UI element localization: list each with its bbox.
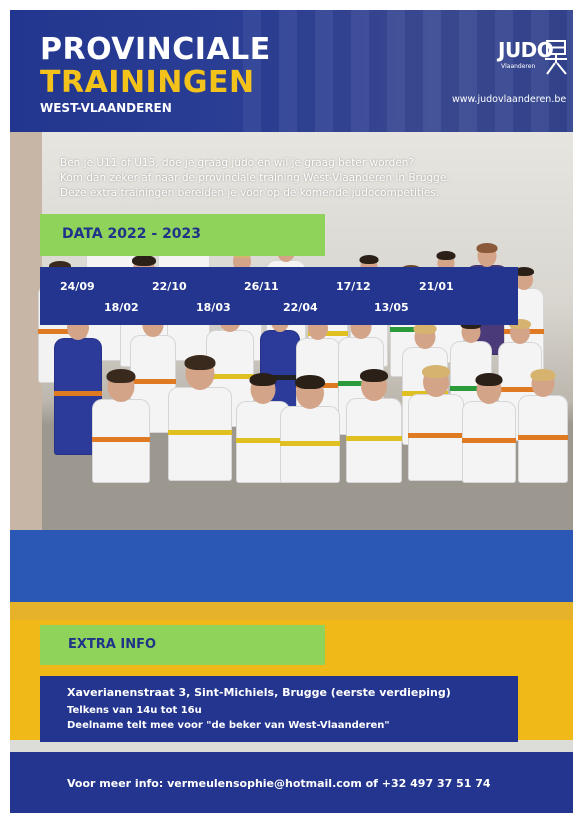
poster: PROVINCIALE TRAININGEN WEST-VLAANDEREN J… [10,10,573,813]
intro-text: Ben je U11 of U13, doe je graag judo en … [60,156,540,201]
judoka-hair [530,369,556,381]
time-line: Telkens van 14u tot 16u [67,705,202,716]
judoka-figure [408,365,464,481]
group-photo [10,132,573,620]
judoka-hair [475,373,503,386]
extra-info-label-box: EXTRA INFO [40,625,325,665]
judoka-belt [280,441,340,446]
judoka-belt [518,435,568,440]
judoka-figure [280,375,340,483]
extra-info-box: Xaverianenstraat 3, Sint-Michiels, Brugg… [40,676,518,742]
date-item: 13/05 [374,301,409,314]
judoka-hair [106,369,136,383]
date-item: 24/09 [60,280,95,293]
extra-info-label: EXTRA INFO [68,637,157,652]
data-label: DATA 2022 - 2023 [62,226,202,242]
judo-kanji-icon [545,40,567,75]
date-item: 26/11 [244,280,279,293]
judoka-figure [168,355,232,481]
photo-mat-yellow [10,602,573,620]
judoka-hair [295,375,325,389]
intro-line: Deze extra trainingen bereiden je voor o… [60,187,440,199]
date-item: 22/10 [152,280,187,293]
judoka-hair [436,251,456,260]
date-item: 21/01 [419,280,454,293]
judoka-hair [476,243,498,253]
judoka-figure [518,369,568,483]
participation-line: Deelname telt mee voor "de beker van Wes… [67,720,390,731]
judoka-figure [92,369,150,483]
title-line-2: TRAININGEN [40,65,255,100]
judoka-hair [359,255,379,264]
header-banner: PROVINCIALE TRAININGEN WEST-VLAANDEREN J… [10,10,573,132]
judoka-belt [346,436,402,441]
judoka-hair [184,355,216,370]
judo-vlaanderen-logo: JUDO Vlaanderen [498,38,568,80]
address-line: Xaverianenstraat 3, Sint-Michiels, Brugg… [67,686,451,699]
judoka-hair [360,369,388,382]
date-item: 22/04 [283,301,318,314]
judoka-figure [462,373,516,483]
data-label-box: DATA 2022 - 2023 [40,214,325,256]
title-line-1: PROVINCIALE [40,32,271,67]
date-item: 18/02 [104,301,139,314]
date-item: 17/12 [336,280,371,293]
footer-contact: Voor meer info: vermeulensophie@hotmail.… [10,752,573,813]
judoka-belt [462,438,516,443]
intro-line: Kom dan zeker af naar de provinciale tra… [60,172,450,184]
judoka-hair [132,255,156,266]
date-item: 18/03 [196,301,231,314]
region-subtitle: WEST-VLAANDEREN [40,101,172,115]
contact-text: Voor meer info: vermeulensophie@hotmail.… [67,777,491,790]
judoka-belt [92,437,150,442]
judoka-belt [408,433,464,438]
website-url: www.judovlaanderen.be [452,94,567,105]
judoka-hair [249,373,277,386]
judoka-belt [168,430,232,435]
intro-line: Ben je U11 of U13, doe je graag judo en … [60,157,415,169]
logo-subtext: Vlaanderen [501,63,536,70]
judoka-hair [422,365,450,378]
judoka-figure [346,369,402,483]
dates-box: 24/09 18/02 22/10 18/03 26/11 22/04 17/1… [40,267,518,325]
